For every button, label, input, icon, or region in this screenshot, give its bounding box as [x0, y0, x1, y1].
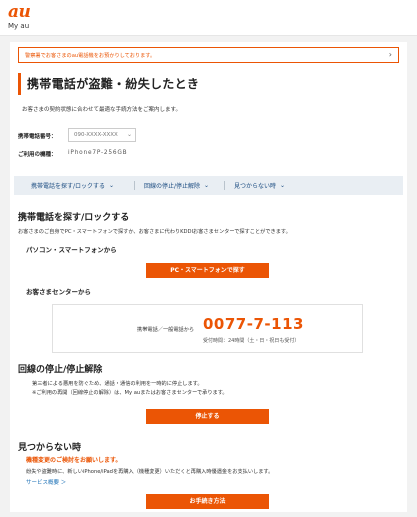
chevron-down-icon: ⌄	[109, 182, 115, 189]
tab-divider	[224, 181, 225, 190]
tab-line-stop[interactable]: 回線の停止/停止解除 ⌄	[144, 176, 209, 195]
phone-number-select[interactable]: 090-XXXX-XXXX ⌄	[68, 128, 136, 142]
au-logo[interactable]: au	[8, 2, 31, 22]
call-center-number[interactable]: 0077-7-113	[203, 315, 304, 333]
call-center-hours: 受付時間：24時間（土・日・祝日も受付）	[203, 338, 300, 344]
service-overview-link[interactable]: サービス概要 ＞	[26, 478, 66, 486]
stop-section-title: 回線の停止/停止解除	[18, 365, 103, 375]
stop-line-button[interactable]: 停止する	[146, 409, 269, 424]
chevron-down-icon: ⌄	[204, 182, 210, 189]
notfound-warning: 機種変更のご検討をお願いします。	[26, 457, 122, 464]
app-header: au My au	[0, 0, 417, 36]
stop-section-desc: 第三者による悪用を防ぐため、通話・通信の利用を一時的に停止します。	[32, 381, 203, 387]
notice-banner[interactable]: 警察署でお客さまのau電話機をお預かりしております。 ›	[18, 47, 399, 63]
phone-number-label: 携帯電話番号：	[18, 134, 57, 140]
tab-label: 見つからない時	[234, 183, 277, 190]
tab-label: 回線の停止/停止解除	[144, 183, 201, 190]
tab-label: 携帯電話を探す/ロックする	[31, 183, 106, 190]
notfound-desc: 紛失や盗難時に、新しいiPhone/iPadを再購入（機種変更）いただくと再購入…	[26, 469, 274, 475]
chevron-right-icon: ›	[388, 50, 392, 59]
brand-subtitle: My au	[8, 22, 30, 30]
tab-find-lock[interactable]: 携帯電話を探す/ロックする ⌄	[31, 176, 114, 195]
pc-subtitle: パソコン・スマートフォンから	[26, 246, 117, 254]
tab-not-found[interactable]: 見つからない時 ⌄	[234, 176, 285, 195]
model-value: iPhone7P-256GB	[68, 150, 128, 156]
call-center-box: 携帯電話／一般電話から 0077-7-113 受付時間：24時間（土・日・祝日も…	[52, 304, 363, 353]
page-title-block: 携帯電話が盗難・紛失したとき	[18, 73, 199, 95]
main-panel: 警察署でお客さまのau電話機をお預かりしております。 › 携帯電話が盗難・紛失し…	[10, 42, 407, 512]
stop-section-note: ※ご利用の再開（回線停止の解除）は、My auまたはお客さまセンターで承ります。	[32, 390, 228, 396]
notice-text: 警察署でお客さまのau電話機をお預かりしております。	[25, 53, 156, 59]
notfound-section-title: 見つからない時	[18, 443, 82, 453]
page-title: 携帯電話が盗難・紛失したとき	[27, 77, 200, 91]
chevron-down-icon: ⌄	[280, 182, 286, 189]
phone-number-value: 090-XXXX-XXXX	[74, 132, 118, 138]
intro-text: お客さまの契約状態に合わせて最適な手続方法をご案内します。	[22, 107, 181, 113]
tab-divider	[134, 181, 135, 190]
procedure-button[interactable]: お手続き方法	[146, 494, 269, 509]
find-section-desc: お客さまのご自身でPC・スマートフォンで探すか、お客さまに代わりKDDIお客さま…	[18, 229, 291, 235]
find-section-title: 携帯電話を探す/ロックする	[18, 213, 130, 223]
chevron-down-icon: ⌄	[126, 131, 132, 138]
model-label: ご利用の機種：	[18, 152, 57, 158]
section-tab-bar: 携帯電話を探す/ロックする ⌄ 回線の停止/停止解除 ⌄ 見つからない時 ⌄	[14, 176, 403, 195]
content-background: 警察署でお客さまのau電話機をお預かりしております。 › 携帯電話が盗難・紛失し…	[0, 36, 417, 517]
call-center-label: 携帯電話／一般電話から	[137, 327, 195, 333]
pc-find-button[interactable]: PC・スマートフォンで探す	[146, 263, 269, 278]
center-subtitle: お客さまセンターから	[26, 288, 91, 296]
